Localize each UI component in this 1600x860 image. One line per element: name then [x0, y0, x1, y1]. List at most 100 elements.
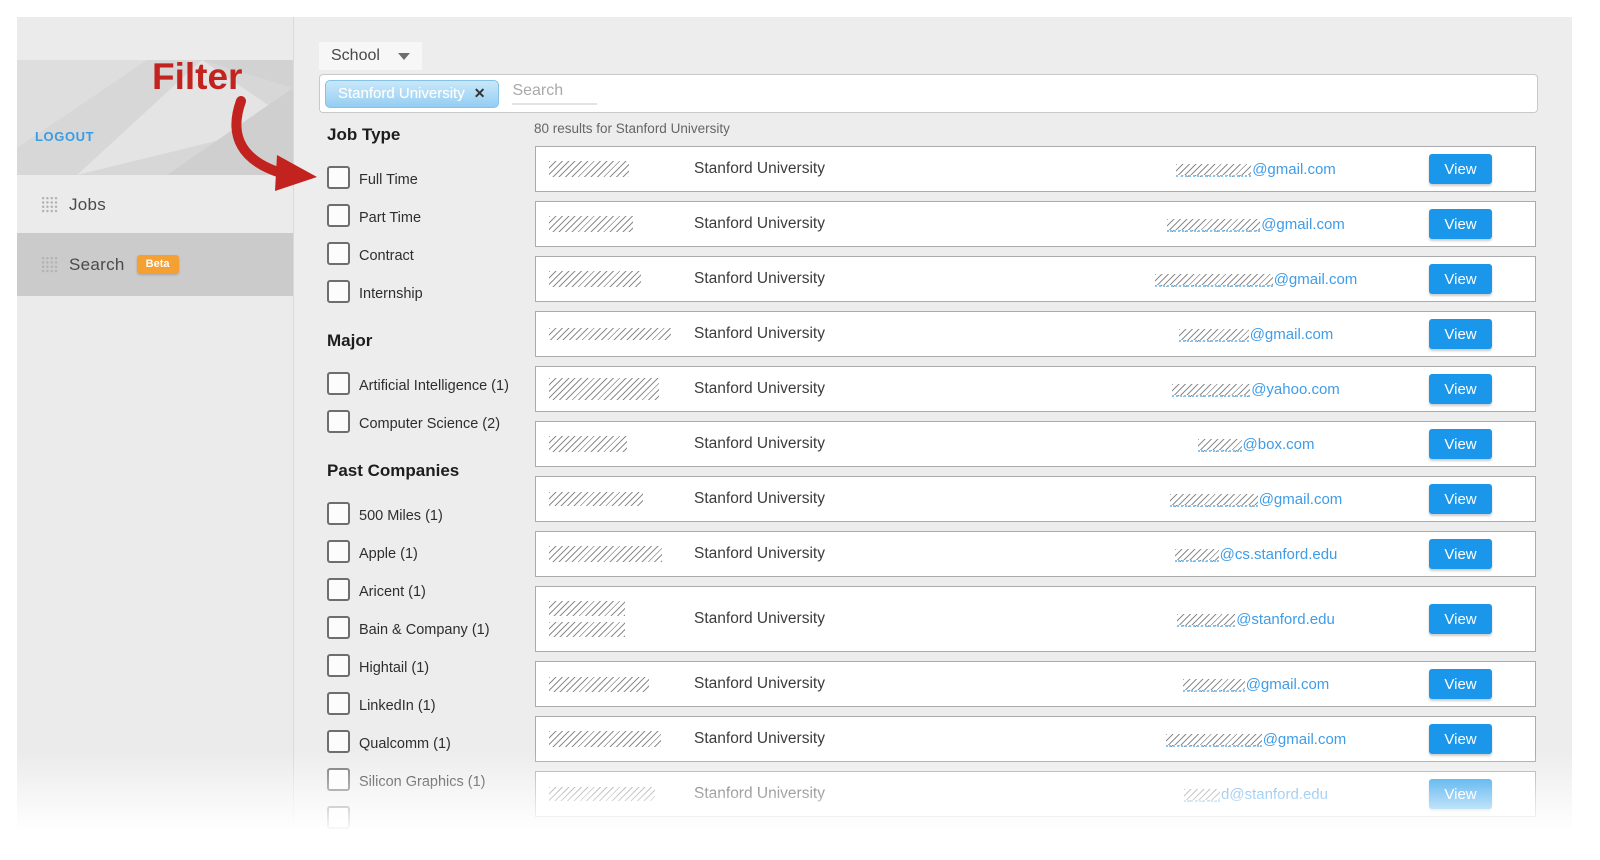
filter-section-title: Major: [327, 331, 373, 350]
grid-dots-icon: [41, 256, 58, 273]
checkbox[interactable]: [327, 540, 350, 563]
view-button[interactable]: View: [1429, 724, 1492, 754]
filter-option: LinkedIn (1): [327, 680, 542, 718]
view-button[interactable]: View: [1429, 779, 1492, 809]
result-email-link[interactable]: @gmail.com: [1076, 257, 1436, 301]
redacted-name: [549, 717, 661, 761]
result-row[interactable]: Stanford University @stanford.edu View: [535, 586, 1536, 652]
redacted-name: [549, 367, 659, 411]
filter-option-label: Qualcomm (1): [359, 736, 451, 752]
email-domain-text: @gmail.com: [1262, 730, 1347, 748]
result-email-link[interactable]: @gmail.com: [1076, 662, 1436, 706]
result-email-link[interactable]: @gmail.com: [1076, 477, 1436, 521]
result-email-link[interactable]: @gmail.com: [1076, 147, 1436, 191]
result-school: Stanford University: [694, 610, 825, 627]
result-email-link[interactable]: @gmail.com: [1076, 202, 1436, 246]
filter-option: [327, 794, 542, 832]
redacted-email: [1167, 218, 1261, 232]
result-email-link[interactable]: @stanford.edu: [1076, 587, 1436, 651]
result-row[interactable]: Stanford University @gmail.com View: [535, 146, 1536, 192]
checkbox[interactable]: [327, 410, 350, 433]
result-email-link[interactable]: @cs.stanford.edu: [1076, 532, 1436, 576]
view-button[interactable]: View: [1429, 539, 1492, 569]
redacted-email: [1174, 548, 1219, 562]
sidebar-item-search[interactable]: Search Beta: [17, 233, 293, 296]
checkbox[interactable]: [327, 280, 350, 303]
redacted-name: [549, 662, 649, 706]
checkbox[interactable]: [327, 616, 350, 639]
main-panel: School Stanford University ✕ Search 80 r…: [293, 17, 1572, 829]
filter-option-label: Artificial Intelligence (1): [359, 378, 509, 394]
result-email-link[interactable]: @gmail.com: [1076, 312, 1436, 356]
filter-option: Full Time: [327, 154, 542, 192]
email-domain-text: @box.com: [1242, 435, 1315, 453]
redacted-name-hatch: [549, 731, 661, 747]
chip-remove-icon[interactable]: ✕: [465, 83, 495, 104]
result-row[interactable]: Stanford University @gmail.com View: [535, 256, 1536, 302]
email-domain-text: @gmail.com: [1261, 215, 1345, 233]
filter-option: Hightail (1): [327, 642, 542, 680]
result-email-link[interactable]: @gmail.com: [1076, 717, 1436, 761]
filter-option-label: Silicon Graphics (1): [359, 774, 486, 790]
result-row[interactable]: Stanford University @cs.stanford.edu Vie…: [535, 531, 1536, 577]
view-button[interactable]: View: [1429, 429, 1492, 459]
view-button[interactable]: View: [1429, 264, 1492, 294]
redacted-email: [1182, 678, 1245, 692]
result-row[interactable]: Stanford University @gmail.com View: [535, 311, 1536, 357]
checkbox[interactable]: [327, 578, 350, 601]
checkbox[interactable]: [327, 242, 350, 265]
view-button[interactable]: View: [1429, 484, 1492, 514]
sidebar-item-jobs[interactable]: Jobs: [17, 176, 293, 233]
filter-option-label: Full Time: [359, 172, 418, 188]
result-school: Stanford University: [694, 270, 825, 287]
checkbox[interactable]: [327, 502, 350, 525]
checkbox[interactable]: [327, 654, 350, 677]
result-row[interactable]: Stanford University @gmail.com View: [535, 661, 1536, 707]
filter-section-title: Job Type: [327, 125, 401, 144]
view-button[interactable]: View: [1429, 374, 1492, 404]
result-row[interactable]: Stanford University @gmail.com View: [535, 201, 1536, 247]
checkbox[interactable]: [327, 692, 350, 715]
redacted-name-hatch: [549, 271, 641, 287]
email-domain-text: @gmail.com: [1258, 490, 1343, 508]
redacted-email: [1178, 328, 1249, 342]
redacted-email: [1154, 273, 1273, 287]
email-domain-text: @gmail.com: [1252, 160, 1336, 178]
redacted-email: [1184, 788, 1221, 802]
result-school: Stanford University: [694, 325, 825, 342]
filter-option-label: Hightail (1): [359, 660, 430, 676]
checkbox[interactable]: [327, 204, 350, 227]
redacted-email: [1169, 493, 1258, 507]
redacted-email: [1177, 613, 1236, 627]
view-button[interactable]: View: [1429, 209, 1492, 239]
filter-chip-stanford-university: Stanford University ✕: [325, 79, 500, 108]
checkbox[interactable]: [327, 768, 350, 791]
email-domain-text: @gmail.com: [1249, 325, 1334, 343]
view-button[interactable]: View: [1429, 319, 1492, 349]
result-row[interactable]: Stanford University d@stanford.edu View: [535, 771, 1536, 817]
results-summary: 80 results for Stanford University: [534, 121, 730, 136]
checkbox[interactable]: [327, 730, 350, 753]
results-list: Stanford University @gmail.com View Stan…: [535, 146, 1536, 826]
view-button[interactable]: View: [1429, 604, 1492, 634]
result-row[interactable]: Stanford University @box.com View: [535, 421, 1536, 467]
redacted-name: [549, 532, 662, 576]
checkbox[interactable]: [327, 166, 350, 189]
checkbox[interactable]: [327, 806, 350, 829]
result-email-link[interactable]: @yahoo.com: [1076, 367, 1436, 411]
search-input[interactable]: Stanford University ✕ Search: [319, 74, 1538, 113]
result-email-link[interactable]: @box.com: [1076, 422, 1436, 466]
result-row[interactable]: Stanford University @yahoo.com View: [535, 366, 1536, 412]
redacted-name: [549, 587, 625, 651]
view-button[interactable]: View: [1429, 154, 1492, 184]
result-email-link[interactable]: d@stanford.edu: [1076, 772, 1436, 816]
view-button[interactable]: View: [1429, 669, 1492, 699]
school-dropdown[interactable]: School: [319, 42, 422, 70]
filter-section: Job Type Full Time Part Time Contract In…: [327, 125, 542, 306]
filter-option-label: Part Time: [359, 210, 422, 226]
result-row[interactable]: Stanford University @gmail.com View: [535, 476, 1536, 522]
filter-option-label: LinkedIn (1): [359, 698, 436, 714]
result-row[interactable]: Stanford University @gmail.com View: [535, 716, 1536, 762]
logout-link[interactable]: LOGOUT: [35, 129, 94, 144]
checkbox[interactable]: [327, 372, 350, 395]
